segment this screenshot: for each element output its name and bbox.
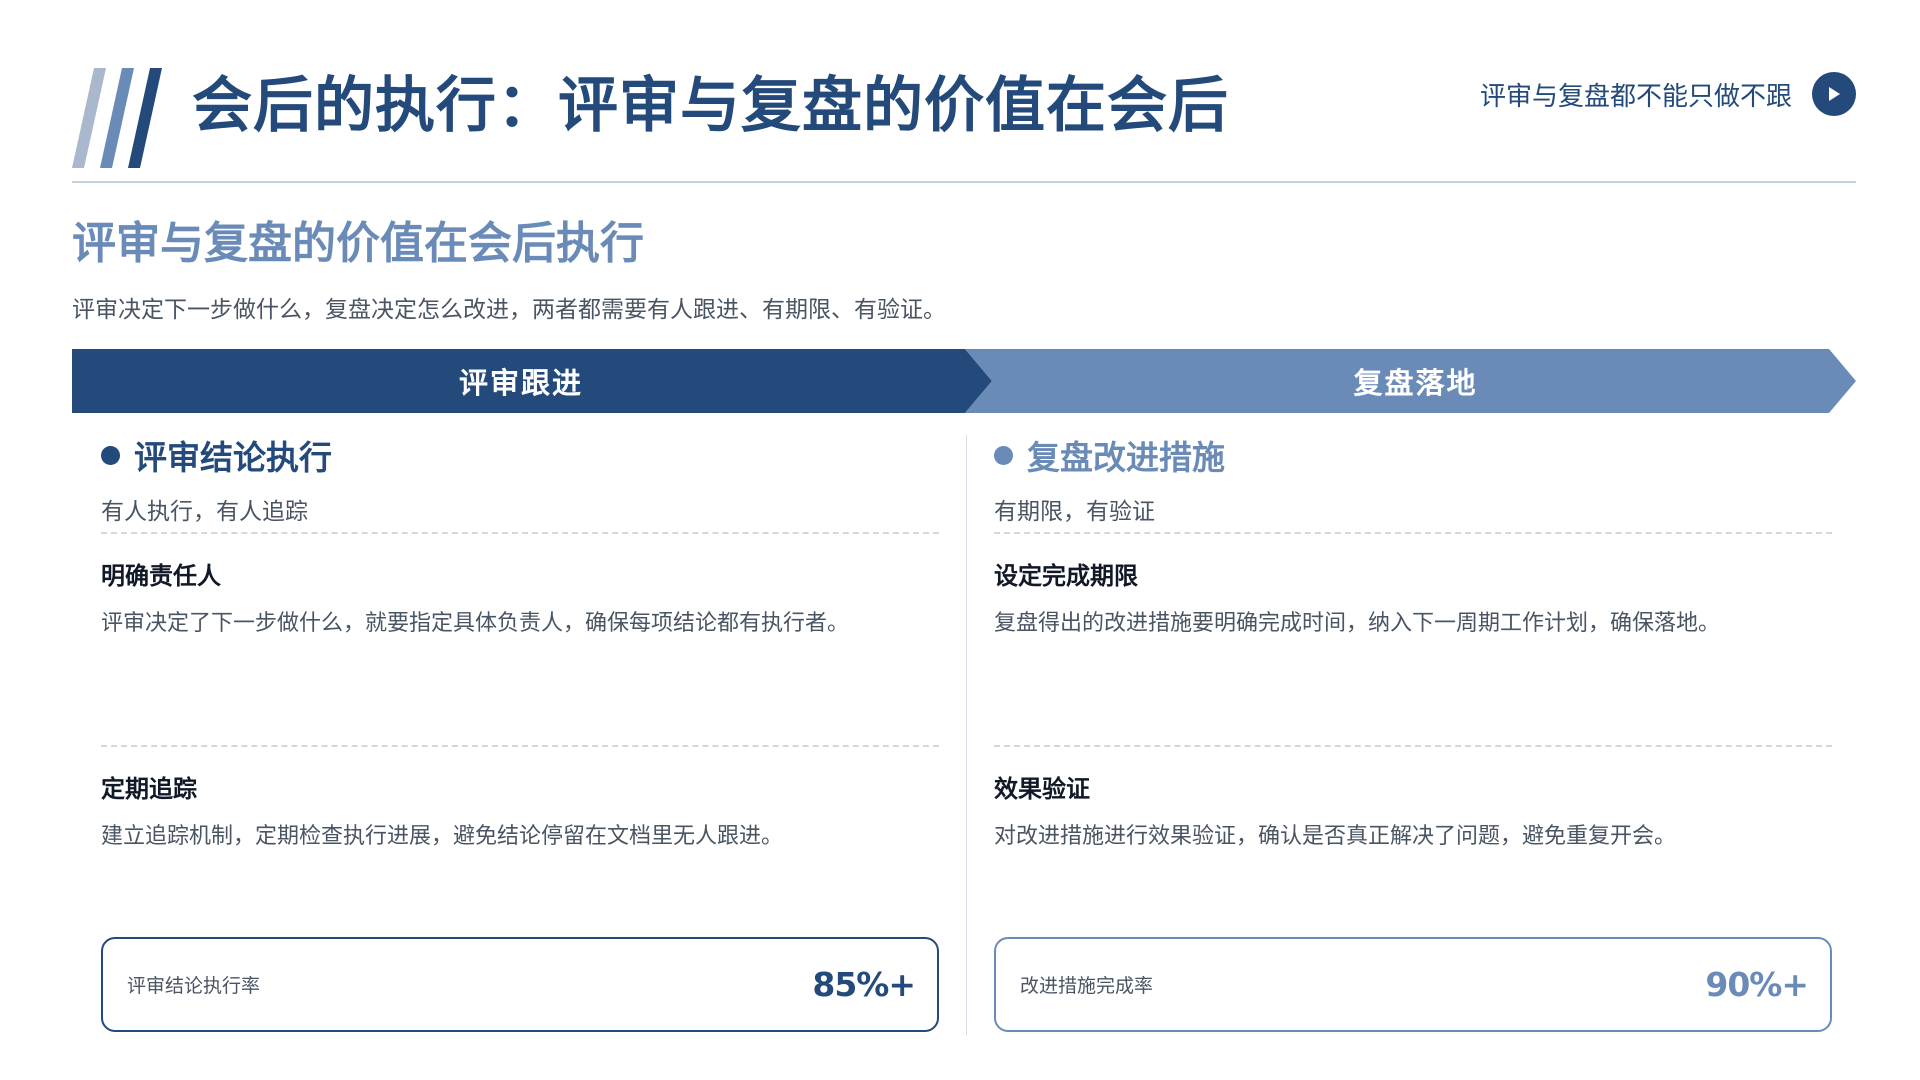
metric-value: 85%+	[812, 965, 916, 1004]
header-divider	[72, 181, 1856, 183]
column-header: 复盘改进措施	[994, 430, 1832, 480]
play-icon[interactable]	[1812, 72, 1856, 116]
retro-column: 复盘改进措施 有期限，有验证 设定完成期限 复盘得出的改进措施要明确完成时间，纳…	[994, 430, 1832, 958]
banner-retro-landing: 复盘落地	[965, 349, 1856, 413]
dot-icon	[101, 445, 120, 465]
page-title: 会后的执行：评审与复盘的价值在会后	[192, 71, 1229, 141]
metric-label: 改进措施完成率	[1020, 975, 1154, 997]
list-item: 明确责任人 评审决定了下一步做什么，就要指定具体负责人，确保每项结论都有执行者。	[101, 556, 939, 745]
review-column: 评审结论执行 有人执行，有人追踪 明确责任人 评审决定了下一步做什么，就要指定具…	[101, 430, 939, 958]
banner-label: 复盘落地	[1353, 366, 1478, 400]
metric-card-retro: 改进措施完成率 90%+	[994, 937, 1832, 1032]
column-subtitle: 有期限，有验证	[994, 499, 1155, 525]
metric-label: 评审结论执行率	[127, 975, 261, 997]
header-tagline: 评审与复盘都不能只做不跟	[1480, 72, 1856, 116]
item-title: 定期追踪	[101, 775, 197, 803]
column-title: 复盘改进措施	[1027, 438, 1225, 477]
dashed-divider	[101, 532, 939, 534]
section-description: 评审决定下一步做什么，复盘决定怎么改进，两者都需要有人跟进、有期限、有验证。	[72, 297, 946, 323]
item-description: 评审决定了下一步做什么，就要指定具体负责人，确保每项结论都有执行者。	[101, 611, 850, 636]
dashed-divider	[101, 745, 939, 747]
item-title: 效果验证	[994, 775, 1090, 803]
banner-label: 评审跟进	[458, 366, 583, 400]
section-title: 评审与复盘的价值在会后执行	[72, 218, 644, 269]
column-title: 评审结论执行	[134, 438, 332, 477]
column-subtitle: 有人执行，有人追踪	[101, 499, 308, 525]
item-title: 明确责任人	[101, 562, 221, 590]
item-description: 对改进措施进行效果验证，确认是否真正解决了问题，避免重复开会。	[994, 824, 1677, 849]
slash-stripes-icon	[72, 68, 162, 168]
item-title: 设定完成期限	[994, 562, 1138, 590]
tagline-text: 评审与复盘都不能只做不跟	[1479, 81, 1792, 112]
list-item: 定期追踪 建立追踪机制，定期检查执行进展，避免结论停留在文档里无人跟进。	[101, 769, 939, 958]
dashed-divider	[994, 532, 1832, 534]
dashed-divider	[994, 745, 1832, 747]
list-item: 效果验证 对改进措施进行效果验证，确认是否真正解决了问题，避免重复开会。	[994, 769, 1832, 958]
column-header: 评审结论执行	[101, 430, 939, 480]
item-description: 复盘得出的改进措施要明确完成时间，纳入下一周期工作计划，确保落地。	[994, 611, 1721, 636]
item-description: 建立追踪机制，定期检查执行进展，避免结论停留在文档里无人跟进。	[101, 824, 784, 849]
banner-review-followup: 评审跟进	[72, 349, 992, 413]
column-divider	[966, 435, 967, 1035]
dot-icon	[994, 445, 1013, 465]
metric-card-review: 评审结论执行率 85%+	[101, 937, 939, 1032]
metric-value: 90%+	[1705, 965, 1809, 1004]
list-item: 设定完成期限 复盘得出的改进措施要明确完成时间，纳入下一周期工作计划，确保落地。	[994, 556, 1832, 745]
